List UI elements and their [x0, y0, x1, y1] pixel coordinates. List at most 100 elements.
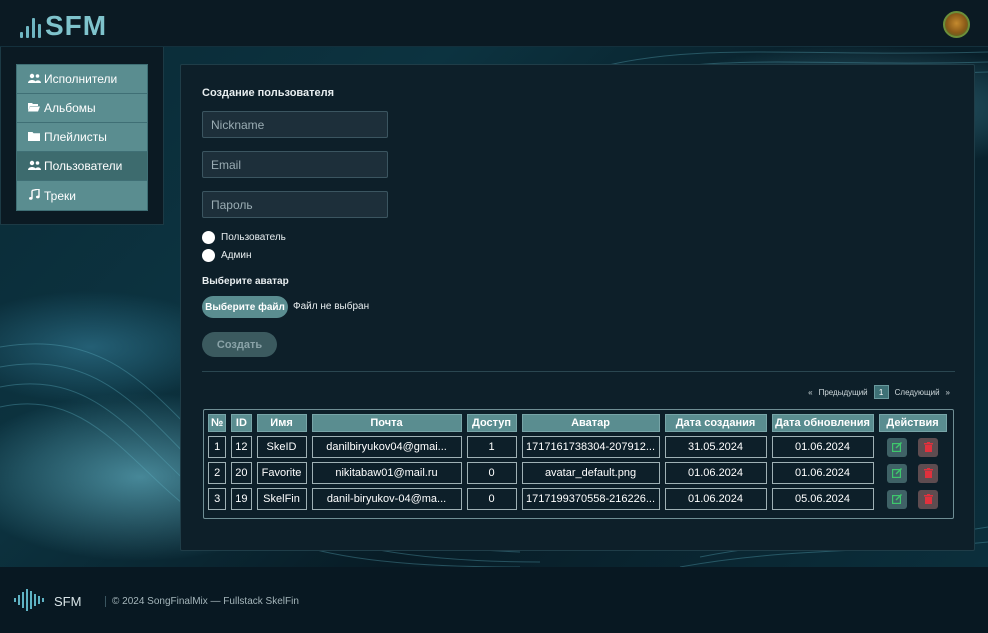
- divider: [202, 371, 955, 372]
- footer-copyright: © 2024 SongFinalMix — Fullstack SkelFin: [105, 596, 299, 607]
- form-title: Создание пользователя: [202, 87, 335, 99]
- edit-icon: [891, 468, 902, 478]
- email-input[interactable]: [202, 151, 388, 178]
- cell-actions: [879, 488, 947, 510]
- avatar-label: Выберите аватар: [202, 276, 289, 287]
- sidebar-item-label: Пользователи: [44, 159, 123, 173]
- role-user-label: Пользователь: [221, 232, 286, 243]
- edit-icon: [891, 494, 902, 504]
- cell-id: 12: [231, 436, 252, 458]
- password-input[interactable]: [202, 191, 388, 218]
- sidebar-item-label: Исполнители: [44, 72, 118, 86]
- trash-icon: [923, 468, 933, 478]
- cell-email: nikitabaw01@mail.ru: [311, 462, 462, 484]
- user-management-panel: Создание пользователя Пользователь Админ…: [180, 64, 975, 551]
- header-number: №: [208, 414, 227, 432]
- folder-icon: [27, 131, 41, 144]
- header-email: Почта: [311, 414, 462, 432]
- cell-email: danil-biryukov-04@ma...: [311, 488, 462, 510]
- sidebar-item-playlists[interactable]: Плейлисты: [17, 123, 147, 152]
- sidebar: Исполнители Альбомы Плейлисты Пользовате…: [0, 47, 164, 225]
- cell-avatar: avatar_default.png: [521, 462, 660, 484]
- cell-actions: [879, 462, 947, 484]
- header-actions: Действия: [878, 414, 947, 432]
- cell-updated: 05.06.2024: [771, 488, 874, 510]
- header-created: Дата создания: [664, 414, 767, 432]
- cell-number: 3: [208, 488, 227, 510]
- cell-updated: 01.06.2024: [771, 436, 874, 458]
- cell-created: 01.06.2024: [664, 488, 767, 510]
- users-table: № ID Имя Почта Доступ Аватар Дата создан…: [203, 410, 952, 514]
- music-note-icon: [27, 187, 41, 203]
- cell-access: 0: [466, 488, 517, 510]
- users-icon: [27, 160, 41, 173]
- header-access: Доступ: [466, 414, 517, 432]
- table-row: 2 20 Favorite nikitabaw01@mail.ru 0 avat…: [208, 462, 947, 484]
- cell-id: 20: [231, 462, 252, 484]
- sidebar-item-artists[interactable]: Исполнители: [17, 65, 147, 94]
- role-admin-label: Админ: [221, 250, 252, 261]
- edit-button[interactable]: [886, 463, 907, 483]
- cell-number: 2: [208, 462, 227, 484]
- sidebar-item-label: Треки: [44, 188, 76, 203]
- delete-button[interactable]: [918, 463, 939, 483]
- next-page-link[interactable]: Следующий: [895, 388, 940, 397]
- sidebar-item-label: Плейлисты: [44, 130, 107, 144]
- current-page[interactable]: 1: [873, 385, 889, 399]
- sidebar-item-users[interactable]: Пользователи: [17, 152, 147, 181]
- app-logo[interactable]: SFM: [20, 10, 107, 42]
- sidebar-item-label: Альбомы: [44, 101, 96, 115]
- table-header-row: № ID Имя Почта Доступ Аватар Дата создан…: [208, 414, 947, 432]
- role-admin-option[interactable]: Админ: [202, 249, 252, 262]
- footer-app-name: SFM: [54, 594, 82, 609]
- cell-updated: 01.06.2024: [771, 462, 874, 484]
- sidebar-item-tracks[interactable]: Треки: [17, 181, 147, 210]
- create-user-button[interactable]: Создать: [202, 332, 277, 357]
- footer: SFM © 2024 SongFinalMix — Fullstack Skel…: [0, 567, 988, 633]
- edit-button[interactable]: [886, 437, 907, 457]
- header-avatar: Аватар: [521, 414, 660, 432]
- cell-name: Favorite: [256, 462, 307, 484]
- edit-button[interactable]: [886, 489, 907, 509]
- folder-open-icon: [27, 102, 41, 115]
- table-row: 3 19 SkelFin danil-biryukov-04@ma... 0 1…: [208, 488, 947, 510]
- nickname-input[interactable]: [202, 111, 388, 138]
- users-icon: [27, 73, 41, 86]
- top-header: SFM: [0, 0, 988, 47]
- prev-page-link[interactable]: Предыдущий: [819, 388, 868, 397]
- next-arrow[interactable]: »: [946, 388, 950, 397]
- trash-icon: [923, 494, 933, 504]
- header-id: ID: [231, 414, 252, 432]
- cell-actions: [879, 436, 947, 458]
- sidebar-menu: Исполнители Альбомы Плейлисты Пользовате…: [16, 64, 148, 211]
- cell-created: 01.06.2024: [664, 462, 767, 484]
- footer-logo-icon: [14, 589, 44, 611]
- user-avatar[interactable]: [943, 11, 970, 38]
- delete-button[interactable]: [918, 489, 939, 509]
- file-status: Файл не выбран: [293, 301, 370, 312]
- role-admin-radio[interactable]: [202, 249, 215, 262]
- delete-button[interactable]: [918, 437, 939, 457]
- cell-avatar: 1717161738304-207912...: [521, 436, 660, 458]
- cell-created: 31.05.2024: [664, 436, 767, 458]
- logo-equalizer-icon: [20, 14, 41, 38]
- cell-id: 19: [231, 488, 252, 510]
- prev-arrow[interactable]: «: [808, 388, 812, 397]
- logo-text: SFM: [45, 10, 108, 41]
- sidebar-item-albums[interactable]: Альбомы: [17, 94, 147, 123]
- pagination: « Предыдущий 1 Следующий »: [808, 385, 950, 399]
- cell-avatar: 1717199370558-216226...: [521, 488, 660, 510]
- cell-name: SkelFin: [256, 488, 307, 510]
- cell-access: 0: [466, 462, 517, 484]
- cell-access: 1: [466, 436, 517, 458]
- role-user-radio[interactable]: [202, 231, 215, 244]
- cell-name: SkeID: [256, 436, 307, 458]
- cell-email: danilbiryukov04@gmai...: [311, 436, 462, 458]
- users-table-container: № ID Имя Почта Доступ Аватар Дата создан…: [203, 409, 954, 519]
- choose-file-button[interactable]: Выберите файл: [202, 296, 288, 318]
- role-user-option[interactable]: Пользователь: [202, 231, 286, 244]
- trash-icon: [923, 442, 933, 452]
- header-name: Имя: [256, 414, 307, 432]
- table-row: 1 12 SkeID danilbiryukov04@gmai... 1 171…: [208, 436, 947, 458]
- edit-icon: [891, 442, 902, 452]
